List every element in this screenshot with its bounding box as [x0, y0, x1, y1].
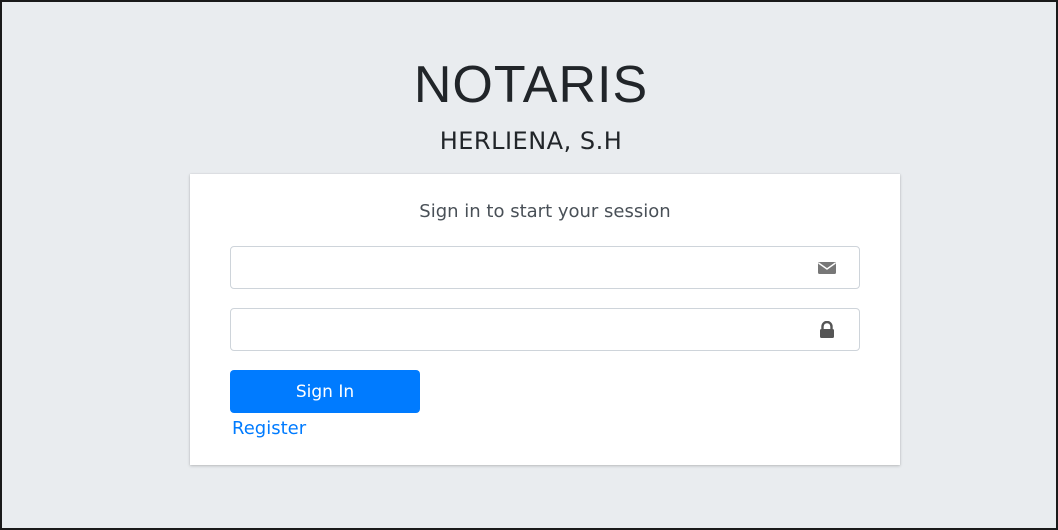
- brand-subtitle: HERLIENA, S.H: [439, 127, 623, 155]
- password-input-group: [230, 308, 860, 351]
- password-input[interactable]: [231, 309, 801, 350]
- login-page: NOTARIS HERLIENA, S.H Sign in to start y…: [0, 0, 1058, 530]
- sign-in-button[interactable]: Sign In: [230, 370, 420, 413]
- login-box-message: Sign in to start your session: [419, 201, 671, 222]
- email-input[interactable]: [231, 247, 801, 288]
- envelope-icon: [817, 259, 837, 277]
- brand-title: NOTARIS: [413, 56, 649, 114]
- lock-icon: [817, 321, 837, 339]
- email-input-group: [230, 246, 860, 289]
- register-link[interactable]: Register: [232, 417, 306, 441]
- login-card: Sign in to start your session Sign In Re…: [190, 174, 900, 465]
